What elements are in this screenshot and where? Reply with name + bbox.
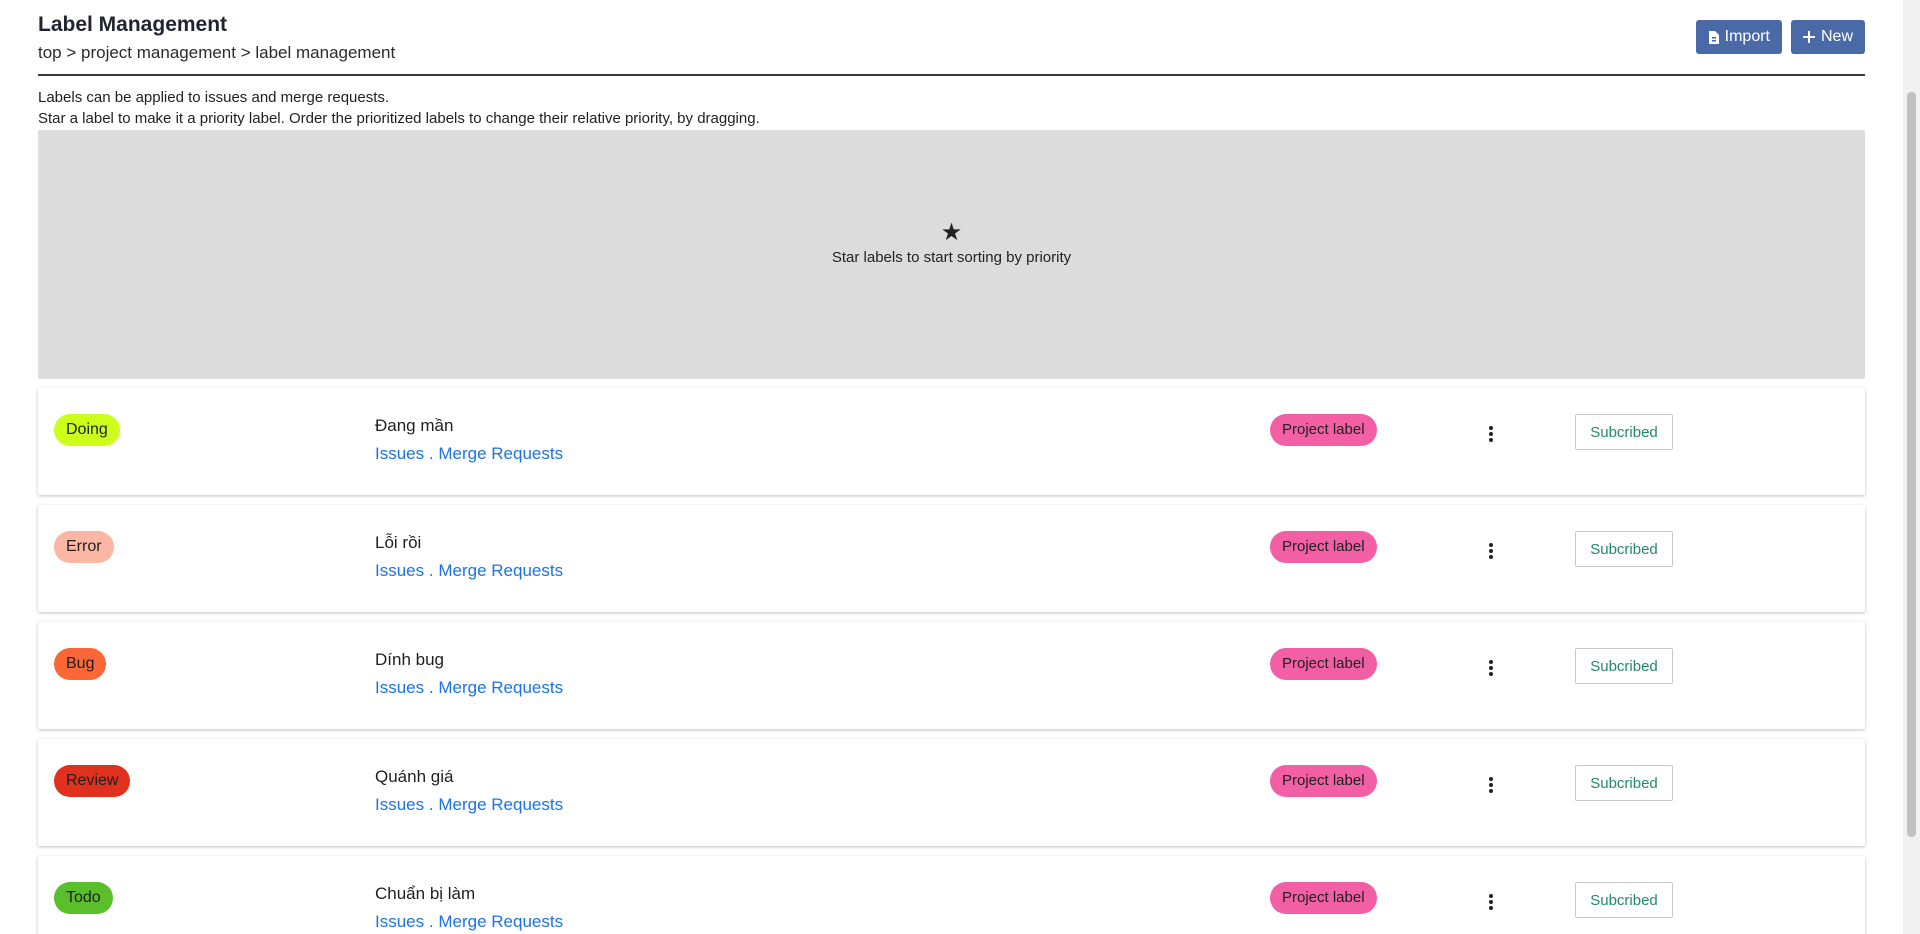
more-options-icon[interactable] [1479,773,1503,797]
link-separator: . [428,795,434,814]
link-separator: . [428,912,434,931]
merge-requests-link[interactable]: Merge Requests [438,561,563,580]
more-options-icon[interactable] [1479,656,1503,680]
link-separator: . [428,678,434,697]
issues-link[interactable]: Issues [375,912,424,931]
import-button-label: Import [1724,28,1770,45]
issues-link[interactable]: Issues [375,678,424,697]
label-row: Error Lỗi rồi Issues . Merge Requests Pr… [38,505,1865,612]
import-button[interactable]: Import [1695,20,1782,54]
merge-requests-link[interactable]: Merge Requests [438,912,563,931]
description: Labels can be applied to issues and merg… [38,87,1865,129]
subscribe-button[interactable]: Subcribed [1575,414,1673,450]
label-row: Review Quánh giá Issues . Merge Requests… [38,739,1865,846]
subscribe-button[interactable]: Subcribed [1575,648,1673,684]
label-pill[interactable]: Todo [54,882,113,914]
issues-link[interactable]: Issues [375,795,424,814]
subscribe-button[interactable]: Subcribed [1575,882,1673,918]
more-options-icon[interactable] [1479,422,1503,446]
description-line-1: Labels can be applied to issues and merg… [38,89,390,106]
merge-requests-link[interactable]: Merge Requests [438,678,563,697]
label-pill[interactable]: Bug [54,648,107,680]
label-pill[interactable]: Error [54,531,114,563]
label-links: Issues . Merge Requests [375,795,563,815]
new-button[interactable]: New [1790,20,1865,54]
label-list: Doing Đang mần Issues . Merge Requests P… [38,388,1865,934]
project-label-badge: Project label [1270,414,1377,446]
scrollbar-thumb[interactable] [1907,92,1916,837]
star-icon: ★ [940,219,963,246]
page-header: Label Management top > project managemen… [38,0,1865,76]
project-label-badge: Project label [1270,882,1377,914]
link-separator: . [428,444,434,463]
merge-requests-link[interactable]: Merge Requests [438,795,563,814]
label-row: Bug Dính bug Issues . Merge Requests Pro… [38,622,1865,729]
label-management-page: Label Management top > project managemen… [0,0,1920,934]
priority-hint: Star labels to start sorting by priority [831,249,1072,266]
more-options-icon[interactable] [1479,890,1503,914]
page-title: Label Management [38,13,228,36]
plus-icon [1802,31,1815,43]
label-pill[interactable]: Review [54,765,131,797]
new-button-label: New [1820,28,1853,45]
subscribe-button[interactable]: Subcribed [1575,765,1673,801]
project-label-badge: Project label [1270,648,1377,680]
label-row: Todo Chuẩn bị làm Issues . Merge Request… [38,856,1865,934]
breadcrumb: top > project management > label managem… [38,43,396,62]
label-description: Chuẩn bị làm [375,884,476,903]
link-separator: . [428,561,434,580]
more-options-icon[interactable] [1479,539,1503,563]
label-links: Issues . Merge Requests [375,444,563,464]
label-links: Issues . Merge Requests [375,912,563,932]
label-pill[interactable]: Doing [54,414,120,446]
vertical-scrollbar[interactable] [1903,0,1920,934]
label-row: Doing Đang mần Issues . Merge Requests P… [38,388,1865,495]
header-actions: Import New [1695,20,1865,54]
label-links: Issues . Merge Requests [375,561,563,581]
merge-requests-link[interactable]: Merge Requests [438,444,563,463]
label-links: Issues . Merge Requests [375,678,563,698]
subscribe-button[interactable]: Subcribed [1575,531,1673,567]
issues-link[interactable]: Issues [375,561,424,580]
label-description: Lỗi rồi [375,533,422,552]
description-line-2: Star a label to make it a priority label… [38,110,760,127]
file-import-icon [1708,30,1719,44]
issues-link[interactable]: Issues [375,444,424,463]
project-label-badge: Project label [1270,765,1377,797]
project-label-badge: Project label [1270,531,1377,563]
main-container: Label Management top > project managemen… [38,0,1865,934]
label-description: Quánh giá [375,767,454,786]
priority-drop-zone[interactable]: ★ Star labels to start sorting by priori… [38,130,1865,379]
label-description: Dính bug [375,650,444,669]
label-description: Đang mần [375,416,454,435]
